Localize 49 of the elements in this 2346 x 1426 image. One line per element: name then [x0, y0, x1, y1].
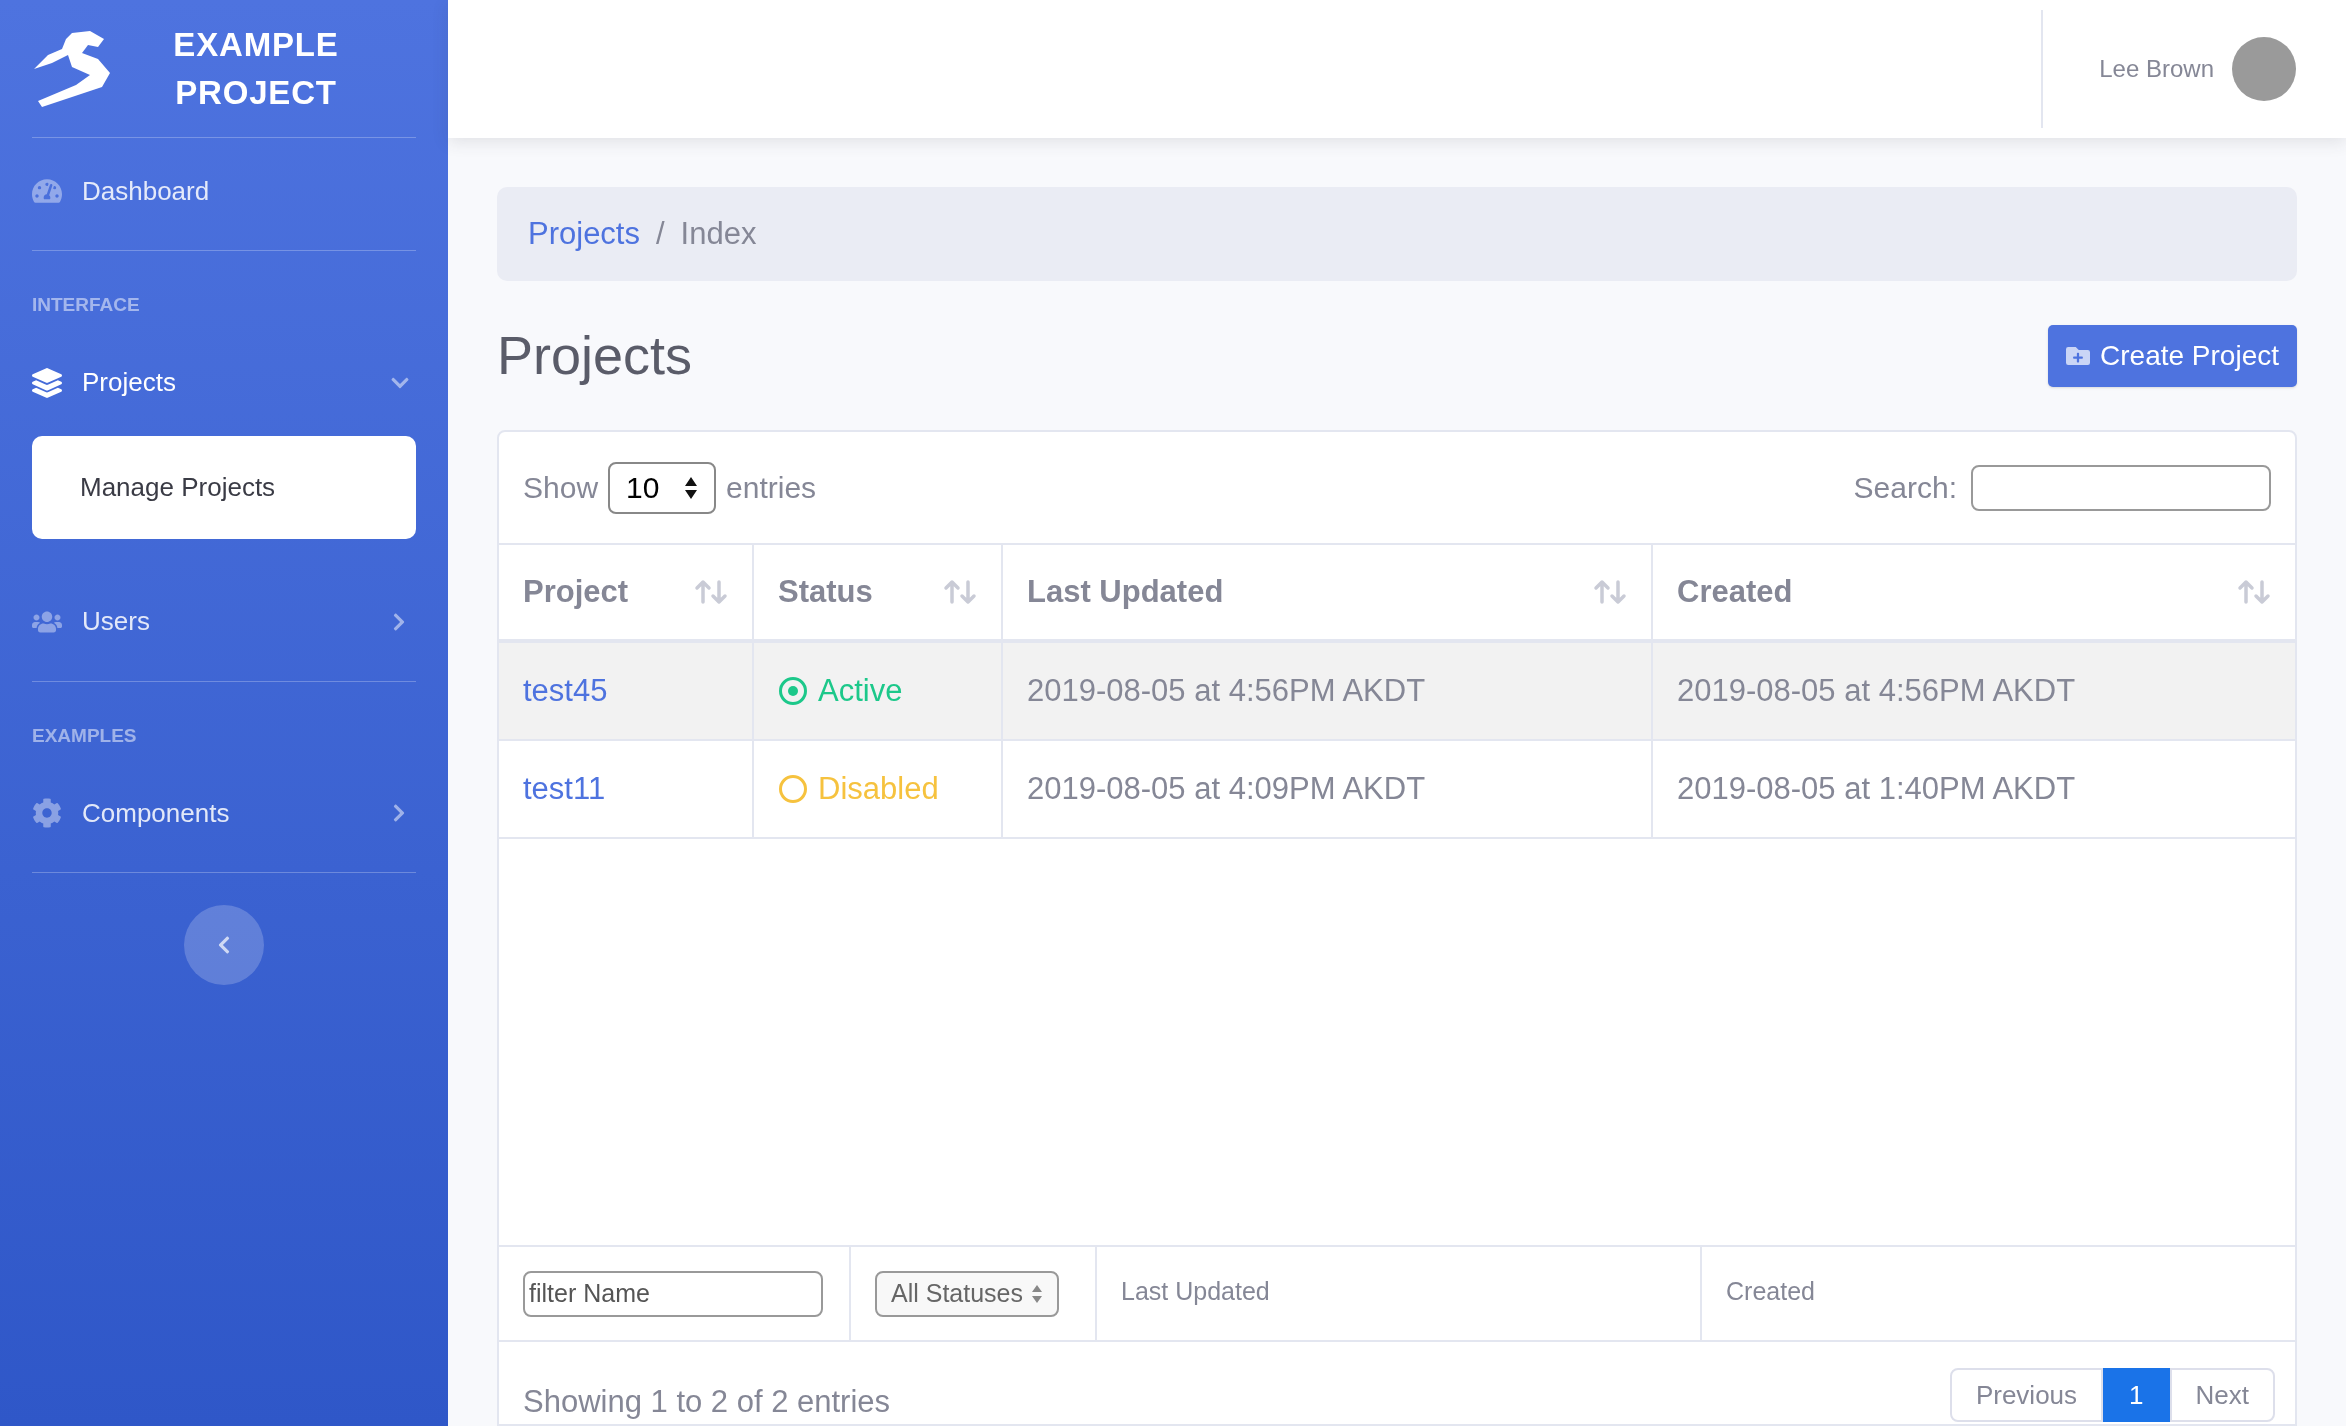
pagination-button[interactable]: Previous: [1949, 1368, 2104, 1422]
project-link[interactable]: test45: [523, 667, 608, 715]
table-cell-text: 2019-08-05 at 4:56PM AKDT: [1677, 671, 2076, 710]
section-heading: INTERFACE: [32, 293, 141, 317]
page-title: Projects: [497, 324, 693, 387]
brand-title: EXAMPLE PROJECT: [172, 24, 340, 113]
table-row[interactable]: test45 Active 2019-08-05 at 4:56PM AKDT 2019-08-05 at 4:56PM AKDT: [499, 643, 2295, 741]
status-label: Disabled: [818, 769, 939, 808]
search-field[interactable]: [1971, 464, 2271, 511]
project-link[interactable]: test11: [523, 765, 606, 813]
table-cell-text: 2019-08-05 at 4:09PM AKDT: [1027, 769, 1426, 808]
nav-item[interactable]: Users: [32, 568, 416, 675]
table-info: Showing 1 to 2 of 2 entries: [523, 1383, 891, 1421]
pagination-button[interactable]: 1: [2103, 1368, 2170, 1422]
chevron-left-icon: [216, 935, 232, 955]
breadcrumb-link[interactable]: Projects: [528, 210, 640, 258]
entries-select[interactable]: 10: [608, 461, 717, 514]
column-header[interactable]: Status: [778, 568, 873, 616]
sort-arrows-icon: [1593, 579, 1627, 605]
search-label: Search:: [1853, 470, 1957, 506]
show-label: Show: [523, 470, 599, 506]
filter-label: Last Updated: [1121, 1277, 1270, 1305]
nav-item[interactable]: Projects: [32, 329, 416, 436]
column-header[interactable]: Project: [523, 568, 629, 616]
create-project-button[interactable]: Create Project: [2048, 324, 2297, 387]
gear-icon: [32, 798, 62, 828]
status-filter-select[interactable]: All Statuses: [875, 1270, 1059, 1317]
sort-arrows-icon: [694, 579, 728, 605]
table-cell-text: 2019-08-05 at 4:56PM AKDT: [1027, 671, 1426, 710]
user-name[interactable]: Lee Brown: [2099, 51, 2214, 87]
filter-label: Created: [1726, 1277, 1815, 1305]
entries-label: entries: [726, 470, 817, 506]
column-header[interactable]: Created: [1677, 568, 1793, 616]
section-heading: EXAMPLES: [32, 723, 138, 748]
sort-arrows-icon: [943, 579, 977, 605]
status-label: Active: [818, 671, 903, 710]
column-header[interactable]: Last Updated: [1027, 568, 1224, 616]
layers-icon: [32, 367, 62, 398]
breadcrumb-current: Index: [680, 214, 757, 253]
breadcrumb-separator: /: [656, 214, 665, 253]
table-row[interactable]: test11 Disabled 2019-08-05 at 4:09PM AKDT 2019-08-05 at 1:40PM AKDT: [499, 741, 2295, 839]
pagination-button[interactable]: Next: [2169, 1368, 2275, 1422]
gauge-icon: [32, 176, 62, 206]
nav-item[interactable]: Dashboard: [32, 138, 416, 244]
sort-arrows-icon: [2237, 579, 2271, 605]
table-cell-text: 2019-08-05 at 1:40PM AKDT: [1677, 769, 2076, 808]
submenu-item[interactable]: Manage Projects: [32, 435, 416, 539]
nav-item[interactable]: Components: [32, 760, 416, 866]
filter-name-field[interactable]: filter Name: [523, 1270, 823, 1317]
